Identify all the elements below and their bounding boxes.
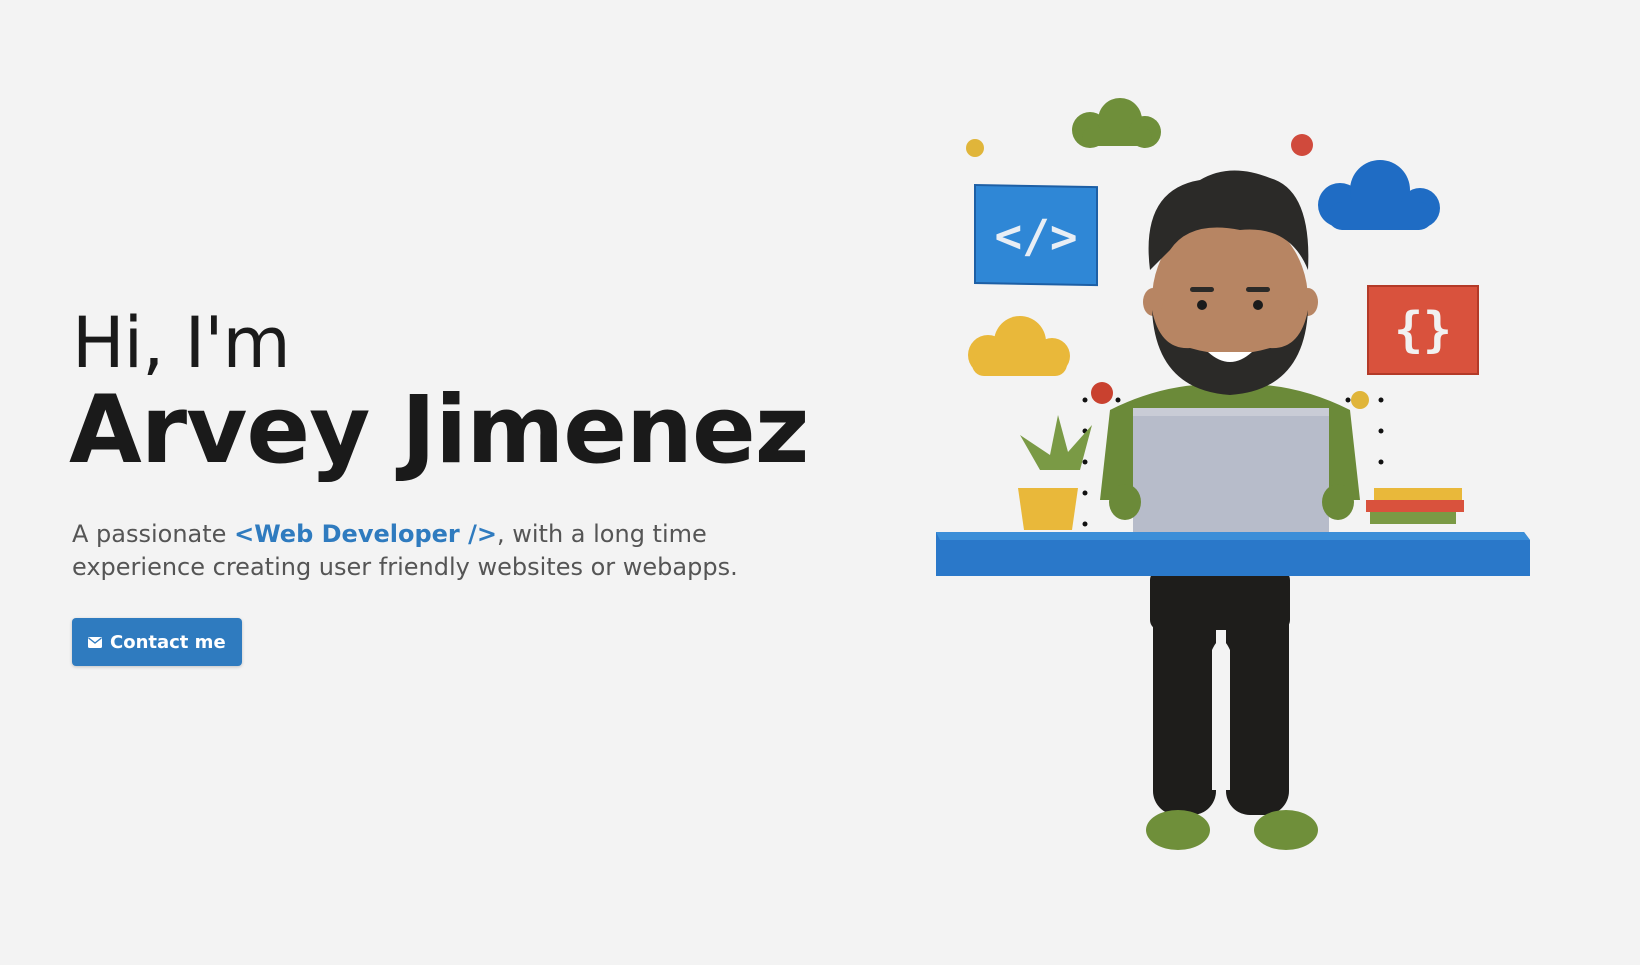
- red-ball-icon: [1091, 382, 1113, 404]
- code-icon: </>: [974, 183, 1098, 287]
- tagline-highlight: <Web Developer />: [234, 520, 497, 548]
- greeting-text: Hi, I'm: [72, 302, 291, 384]
- tagline-prefix: A passionate: [72, 520, 235, 548]
- plant-icon: [1018, 415, 1092, 530]
- character-head: [1143, 170, 1318, 395]
- yellow-ball-icon: [1351, 391, 1369, 409]
- books-icon: [1366, 488, 1464, 524]
- blue-cloud-icon: [1318, 160, 1440, 230]
- right-hand: [1322, 484, 1354, 520]
- contact-button-label: Contact me: [110, 631, 226, 653]
- yellow-cloud-icon: [968, 316, 1070, 376]
- envelope-icon: [88, 636, 102, 648]
- braces-icon: {}: [1367, 285, 1479, 375]
- developer-illustration: </> {}: [936, 98, 1530, 850]
- hero-name: Arvey Jimenez: [69, 376, 809, 485]
- left-shoe-icon: [1146, 810, 1210, 850]
- laptop-icon: [1133, 408, 1329, 536]
- contact-me-button[interactable]: Contact me: [72, 618, 242, 666]
- green-cloud-icon: [1072, 98, 1161, 148]
- yellow-ball-icon: [966, 139, 984, 157]
- code-icon-text: </>: [994, 208, 1077, 263]
- right-shoe-icon: [1254, 810, 1318, 850]
- braces-icon-text: {}: [1394, 302, 1452, 358]
- red-ball-icon: [1291, 134, 1313, 156]
- desk: [936, 532, 1530, 576]
- character-legs: [1146, 570, 1318, 850]
- left-hand: [1109, 484, 1141, 520]
- hero-section: Hi, I'm Arvey Jimenez A passionate <Web …: [69, 290, 852, 666]
- hero-tagline: A passionate <Web Developer />, with a l…: [72, 518, 832, 584]
